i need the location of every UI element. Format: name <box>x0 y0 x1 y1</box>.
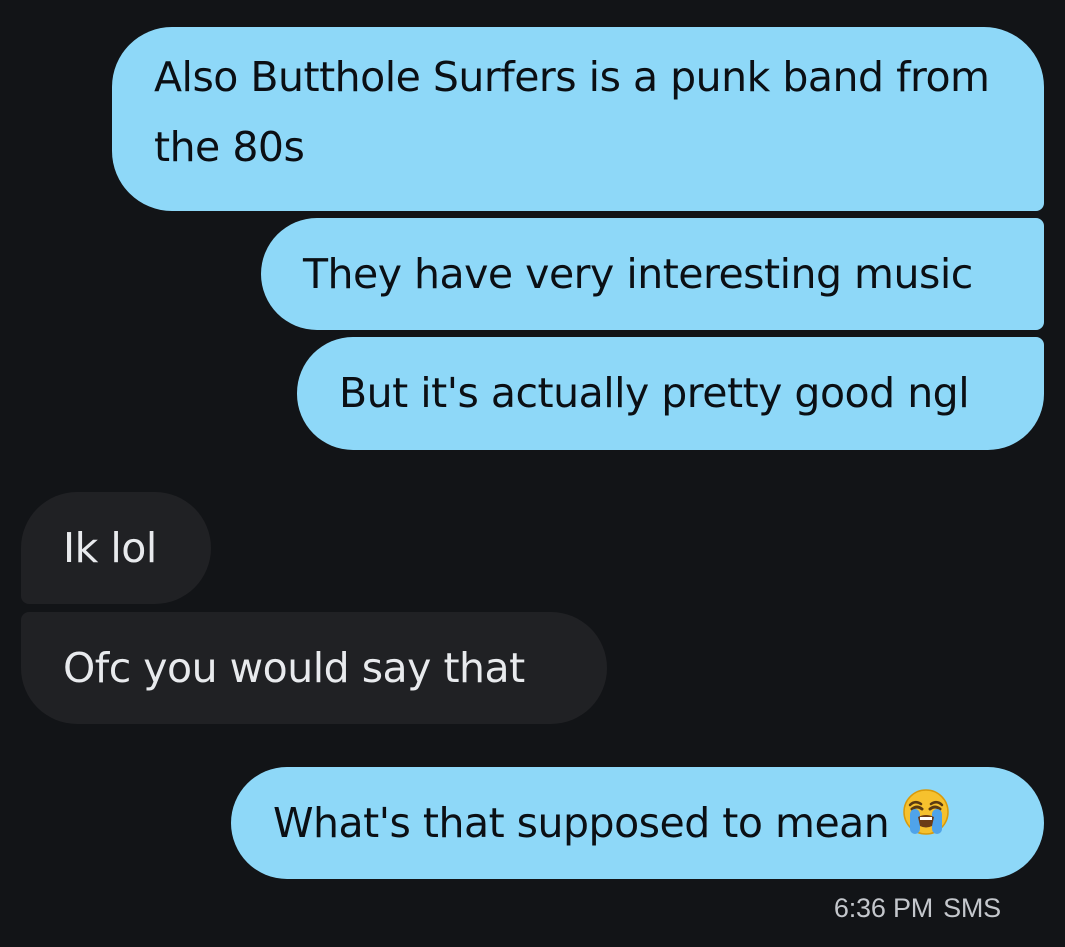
message-time: 6:36 PM <box>833 893 934 923</box>
outgoing-message-bubble[interactable]: Also Butthole Surfers is a punk band fro… <box>112 27 1044 211</box>
message-text: Also Butthole Surfers is a punk band fro… <box>154 53 990 171</box>
message-text: What's that supposed to mean <box>273 799 890 847</box>
outgoing-message-bubble[interactable]: But it's actually pretty good ngl <box>297 337 1044 450</box>
incoming-message-bubble[interactable]: Ofc you would say that <box>21 612 607 724</box>
message-text: But it's actually pretty good ngl <box>339 369 970 417</box>
message-text: Ofc you would say that <box>63 644 525 692</box>
message-text: They have very interesting music <box>303 250 973 298</box>
message-timestamp-row: 6:36 PM SMS <box>834 893 1001 924</box>
incoming-message-bubble[interactable]: Ik lol <box>21 492 211 604</box>
message-text: Ik lol <box>63 524 157 572</box>
outgoing-message-bubble[interactable]: What's that supposed to mean <box>231 767 1044 879</box>
outgoing-message-bubble[interactable]: They have very interesting music <box>261 218 1044 330</box>
loudly-crying-face-icon <box>901 787 951 857</box>
message-type-label: SMS <box>943 893 1001 923</box>
